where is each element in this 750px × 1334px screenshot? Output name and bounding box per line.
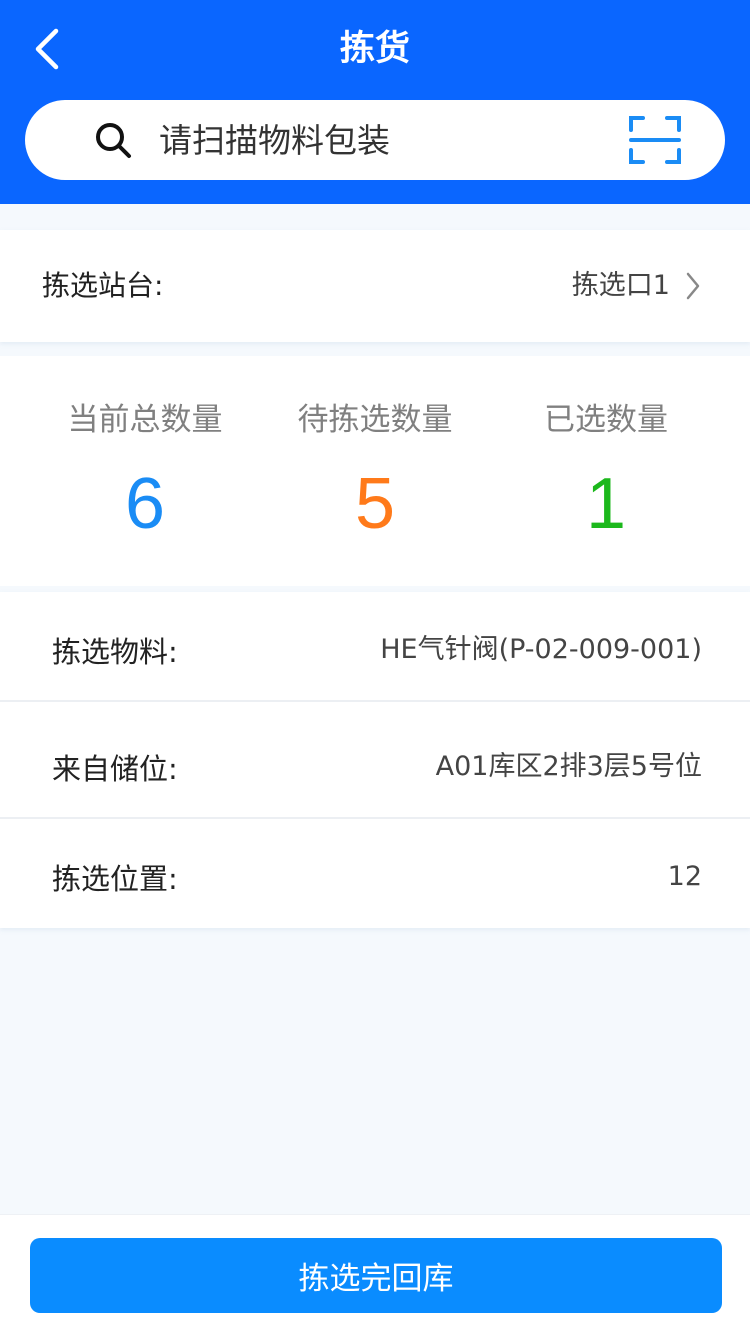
stat-value: 6 xyxy=(124,464,166,544)
detail-value: A01库区2排3层5号位 xyxy=(435,751,702,782)
search-bar[interactable] xyxy=(25,100,725,180)
stat-label: 当前总数量 xyxy=(67,402,223,438)
quantity-stats: 当前总数量 6 待拣选数量 5 已选数量 1 xyxy=(0,356,750,586)
footer-bar: 拣选完回库 xyxy=(0,1214,750,1334)
stat-label: 待拣选数量 xyxy=(297,402,453,438)
detail-value: HE气针阀(P-02-009-001) xyxy=(380,634,702,665)
detail-row-material: 拣选物料: HE气针阀(P-02-009-001) xyxy=(0,592,750,702)
scan-icon[interactable] xyxy=(629,116,681,164)
detail-label: 拣选位置: xyxy=(52,862,178,896)
search-input[interactable] xyxy=(159,114,599,166)
pick-details: 拣选物料: HE气针阀(P-02-009-001) 来自储位: A01库区2排3… xyxy=(0,592,750,928)
page-title: 拣货 xyxy=(339,29,410,69)
stat-value: 1 xyxy=(585,464,627,544)
chevron-right-icon xyxy=(686,272,700,300)
detail-label: 来自储位: xyxy=(52,752,178,786)
stat-total: 当前总数量 6 xyxy=(25,398,265,548)
detail-label: 拣选物料: xyxy=(52,635,178,669)
detail-value: 12 xyxy=(667,861,702,892)
stat-picked: 已选数量 1 xyxy=(486,398,726,548)
detail-row-pick-position: 拣选位置: 12 xyxy=(0,819,750,929)
station-selector[interactable]: 拣选站台: 拣选口1 xyxy=(0,230,750,342)
finish-return-button[interactable]: 拣选完回库 xyxy=(30,1238,722,1313)
detail-row-source-location: 来自储位: A01库区2排3层5号位 xyxy=(0,709,750,819)
app-header: 拣货 xyxy=(0,0,750,204)
station-label: 拣选站台: xyxy=(42,269,164,302)
stat-label: 已选数量 xyxy=(544,402,668,438)
stat-value: 5 xyxy=(354,464,396,544)
search-icon xyxy=(96,123,131,158)
picking-page: 拣货 拣选站台: 拣选口1 xyxy=(0,0,750,1334)
station-value[interactable]: 拣选口1 xyxy=(572,266,670,306)
stat-pending: 待拣选数量 5 xyxy=(255,398,495,548)
